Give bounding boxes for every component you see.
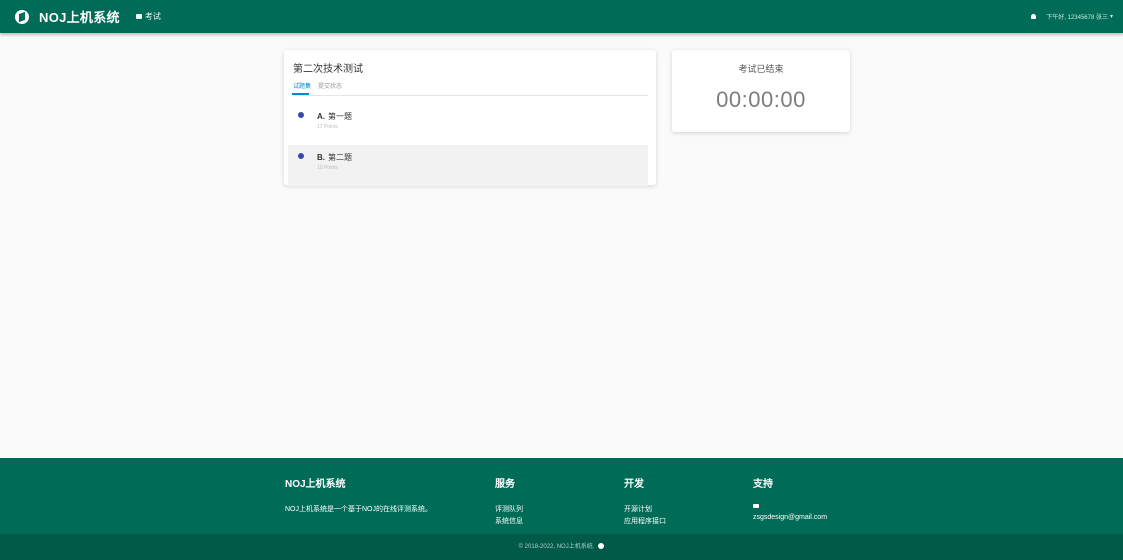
brand-name: NOJ上机系统 (39, 10, 120, 25)
copyright-text: © 2018-2022, NOJ上机系统. (518, 544, 595, 550)
status-dot-icon (298, 112, 304, 118)
footer-develop: 开发 开源计划 应用程序接口 (624, 475, 666, 528)
footer-service: 服务 评测队列 系统信息 (495, 475, 523, 528)
footer: NOJ上机系统 NOJ上机系统是一个基于NOJ的在线评测系统。 服务 评测队列 … (0, 458, 1123, 534)
user-menu[interactable]: 下午好, 12345678 张三 (1046, 12, 1108, 21)
footer-service-title: 服务 (495, 479, 515, 490)
problem-title: B. 第二题 (317, 152, 352, 163)
footer-link-judge-queue[interactable]: 评测队列 (495, 504, 523, 516)
status-dot-icon (298, 153, 304, 159)
noj-logo-icon (15, 9, 29, 24)
active-tab-indicator (292, 93, 309, 95)
copyright-bar: © 2018-2022, NOJ上机系统. (0, 534, 1123, 560)
footer-link-system-info[interactable]: 系统信息 (495, 516, 523, 528)
footer-link-open-source[interactable]: 开源计划 (624, 504, 666, 516)
bell-icon[interactable] (1031, 14, 1037, 19)
countdown-clock: 00:00:00 (716, 87, 806, 112)
footer-support-email[interactable]: zsgsdesign@gmail.com (753, 512, 827, 524)
problem-item-b[interactable]: B. 第二题 10 Points (288, 145, 648, 186)
footer-about-text: NOJ上机系统是一个基于NOJ的在线评测系统。 (285, 506, 432, 513)
footer-develop-title: 开发 (624, 479, 644, 490)
countdown-card: 考试已结束 00:00:00 (672, 50, 850, 132)
footer-link-api[interactable]: 应用程序接口 (624, 516, 666, 528)
footer-support: 支持 zsgsdesign@gmail.com (753, 475, 827, 524)
exam-status: 考试已结束 (738, 64, 784, 74)
top-navbar: NOJ上机系统 考试 下午好, 12345678 张三 ▾ (0, 0, 1123, 33)
nav-exam-label: 考试 (144, 12, 161, 21)
exam-card: 第二次技术测试 试题集 提交状态 A. 第一题 17 Points B. 第二题 1… (284, 50, 656, 186)
mail-icon (753, 504, 759, 508)
problem-index: B. (317, 153, 325, 162)
exam-tabs: 试题集 提交状态 (292, 81, 648, 96)
problem-name: 第二题 (328, 153, 352, 162)
chevron-down-icon[interactable]: ▾ (1110, 13, 1113, 20)
problem-item-a[interactable]: A. 第一题 17 Points (288, 104, 648, 145)
github-icon[interactable] (598, 543, 605, 549)
nav-right: 下午好, 12345678 张三 ▾ (1031, 12, 1113, 21)
footer-support-title: 支持 (753, 479, 773, 490)
tab-problems[interactable]: 试题集 (293, 81, 311, 90)
exam-title: 第二次技术测试 (293, 64, 363, 75)
nav-exam-link[interactable]: 考试 (135, 11, 161, 22)
footer-about: NOJ上机系统 NOJ上机系统是一个基于NOJ的在线评测系统。 (285, 475, 432, 516)
problem-name: 第一题 (328, 112, 352, 121)
problem-index: A. (317, 112, 325, 121)
problem-points: 10 Points (317, 165, 338, 171)
chat-icon (135, 14, 142, 19)
footer-about-title: NOJ上机系统 (285, 479, 346, 490)
brand-link[interactable]: NOJ上机系统 (15, 7, 120, 26)
problem-title: A. 第一题 (317, 111, 352, 122)
problem-points: 17 Points (317, 124, 338, 130)
tab-submission-status[interactable]: 提交状态 (318, 81, 342, 90)
